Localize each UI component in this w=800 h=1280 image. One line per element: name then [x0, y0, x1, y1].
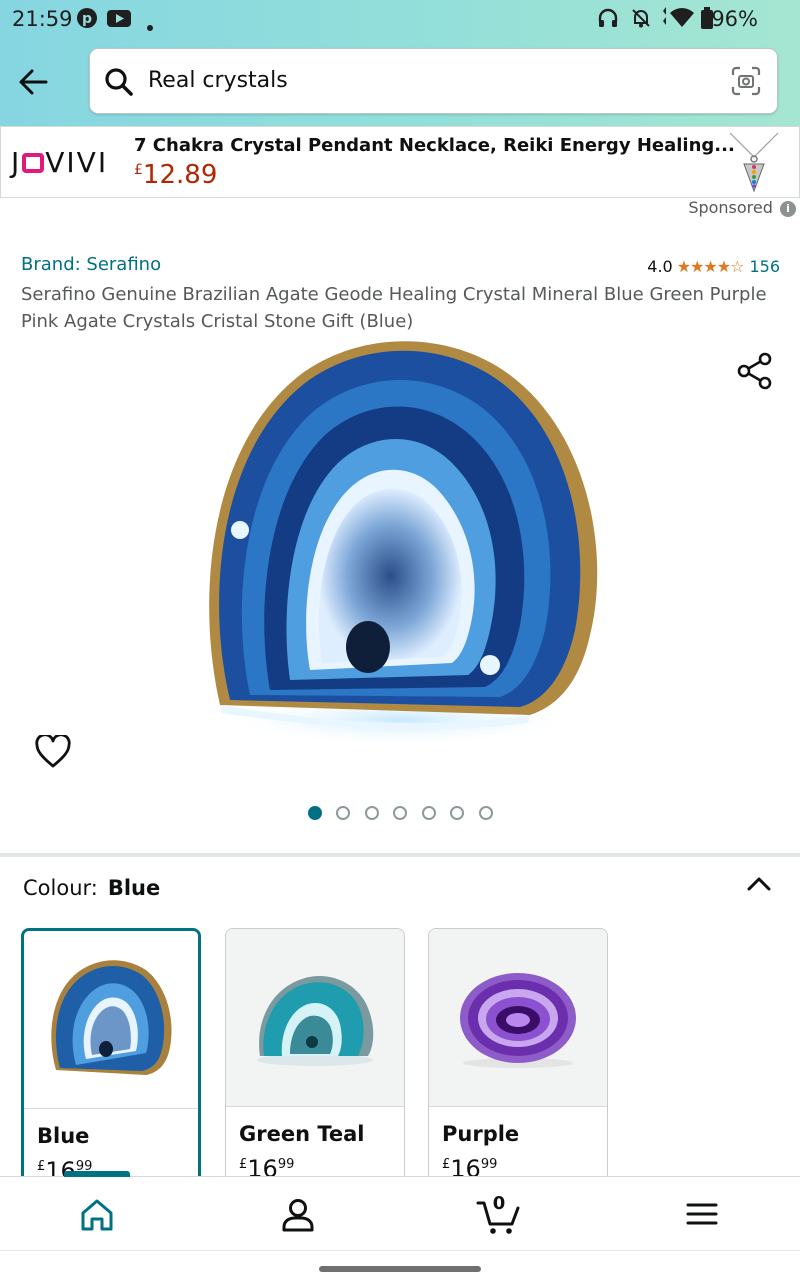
brand-link[interactable]: Brand: Serafino	[21, 254, 161, 275]
colour-selector-header: Colour: Blue	[23, 876, 160, 900]
review-count[interactable]: 156	[749, 257, 780, 276]
star-rating-icon: ★★★★☆	[676, 257, 745, 276]
heart-icon[interactable]	[35, 733, 71, 773]
carousel-dot[interactable]	[393, 806, 407, 820]
app-header: 21:59 p 96% Real crystals	[0, 0, 800, 126]
active-tab-indicator	[64, 1171, 130, 1177]
pendant-necklace-thumbnail	[727, 131, 781, 197]
camera-lens-icon[interactable]	[731, 66, 761, 100]
swatch-name: Green Teal	[239, 1122, 365, 1146]
svg-text:p: p	[82, 11, 92, 27]
swatch-name: Blue	[37, 1124, 90, 1148]
search-bar[interactable]: Real crystals	[89, 48, 778, 114]
product-title: Serafino Genuine Brazilian Agate Geode H…	[21, 284, 767, 332]
swatch-image	[24, 931, 198, 1109]
home-icon[interactable]	[73, 1191, 121, 1239]
sponsored-label[interactable]: Sponsored i	[688, 198, 796, 217]
product-image[interactable]	[190, 335, 610, 779]
battery-level: 96%	[711, 7, 758, 31]
search-input[interactable]: Real crystals	[148, 68, 288, 93]
info-icon[interactable]: i	[780, 201, 796, 217]
swatch-name: Purple	[442, 1122, 520, 1146]
rating-summary[interactable]: 4.0 ★★★★☆ 156	[647, 257, 780, 276]
carousel-dot[interactable]	[308, 806, 322, 820]
wifi-icon	[660, 7, 696, 34]
carousel-dot[interactable]	[450, 806, 464, 820]
headphones-icon	[597, 7, 619, 34]
youtube-icon	[107, 7, 131, 34]
gesture-bar-area	[0, 1250, 800, 1280]
cart-count: 0	[492, 1193, 506, 1214]
cart-icon[interactable]: 0	[475, 1191, 523, 1239]
carousel-dot[interactable]	[422, 806, 436, 820]
back-arrow-icon[interactable]	[14, 62, 54, 102]
colour-value: Blue	[107, 876, 161, 900]
colour-option-blue[interactable]: Blue £1699	[21, 928, 201, 1188]
ad-price: £12.89	[134, 160, 218, 190]
carousel-dot[interactable]	[479, 806, 493, 820]
bottom-navigation: 0	[0, 1171, 800, 1250]
gesture-handle[interactable]	[319, 1266, 481, 1272]
colour-option-green-teal[interactable]: Green Teal £1699	[225, 928, 405, 1188]
swatch-image	[226, 929, 404, 1107]
search-icon[interactable]	[104, 67, 134, 101]
menu-icon[interactable]	[678, 1191, 726, 1239]
colour-option-purple[interactable]: Purple £1699	[428, 928, 608, 1188]
chevron-up-icon[interactable]	[745, 872, 773, 900]
sponsored-ad-banner[interactable]: J VIVI 7 Chakra Crystal Pendant Necklace,…	[0, 126, 800, 198]
ad-title[interactable]: 7 Chakra Crystal Pendant Necklace, Reiki…	[134, 135, 735, 156]
swatch-image	[429, 929, 607, 1107]
pinterest-icon: p	[76, 7, 98, 34]
colour-label: Colour:	[23, 876, 98, 900]
rating-value: 4.0	[647, 257, 673, 276]
account-icon[interactable]	[274, 1191, 322, 1239]
carousel-dot[interactable]	[365, 806, 379, 820]
status-bar: 21:59 p 96%	[0, 0, 800, 38]
carousel-dot[interactable]	[336, 806, 350, 820]
status-time: 21:59	[12, 7, 73, 31]
share-icon[interactable]	[736, 352, 774, 394]
bell-off-icon	[630, 7, 652, 34]
section-divider	[0, 853, 800, 857]
notification-dot-icon	[146, 13, 154, 37]
jovivi-logo: J VIVI	[11, 146, 109, 179]
